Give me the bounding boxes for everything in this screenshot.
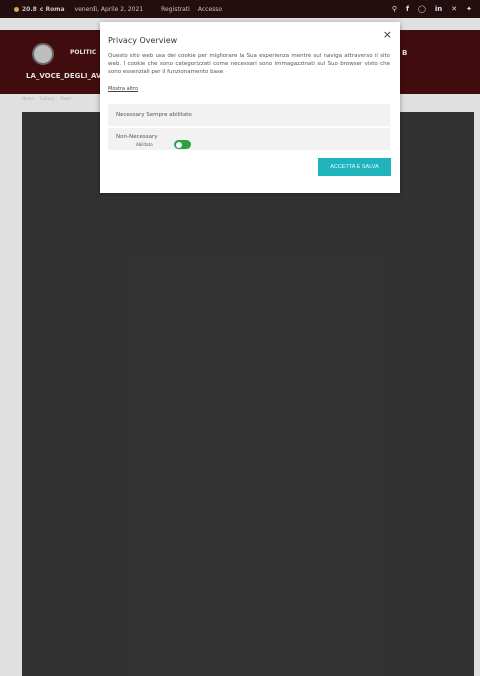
toggle-state-text: Abilitato <box>136 142 153 147</box>
show-more-link[interactable]: Mostra altro <box>108 86 138 92</box>
non-necessary-label: Non-Necessary <box>116 134 158 140</box>
accept-save-button[interactable]: ACCETTA E SALVA <box>318 158 391 176</box>
modal-description: Questo sito web usa dei cookie per migli… <box>108 53 390 75</box>
necessary-cookies-row[interactable]: Necessary Sempre abilitato <box>108 104 390 126</box>
non-necessary-toggle[interactable] <box>174 140 191 149</box>
necessary-label: Necessary Sempre abilitato <box>116 112 192 118</box>
toggle-knob <box>176 141 182 148</box>
privacy-modal: × Privacy Overview Questo sito web usa d… <box>100 22 400 193</box>
modal-title: Privacy Overview <box>108 36 178 45</box>
non-necessary-cookies-row[interactable]: Non-Necessary Abilitato <box>108 128 390 150</box>
close-icon[interactable]: × <box>383 28 392 41</box>
